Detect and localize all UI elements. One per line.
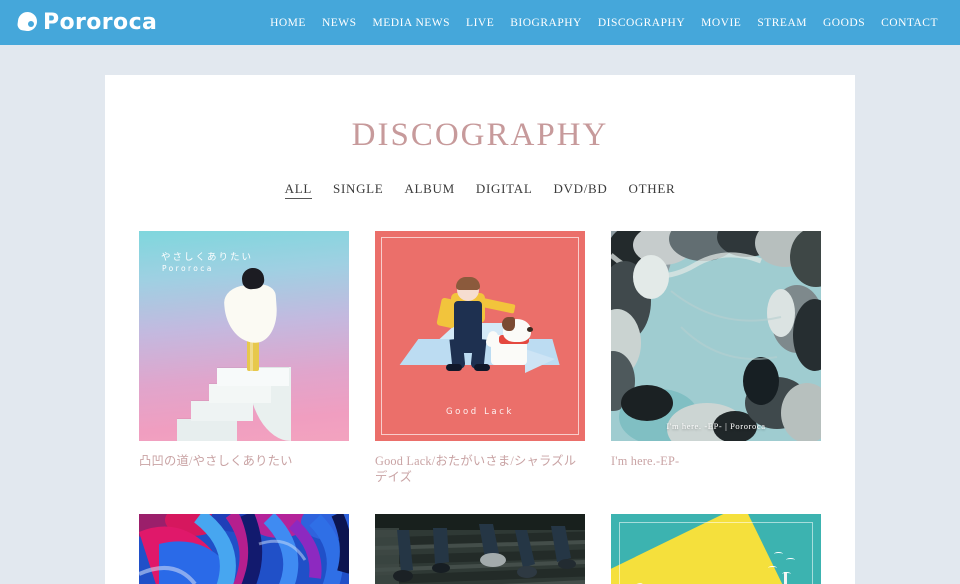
album-cover-art[interactable]: I'm here. -EP- | Pororoca — [611, 231, 821, 441]
abstract-paint-svg — [611, 231, 821, 441]
logo-text: Pororoca — [43, 10, 158, 35]
boy-hair-shape — [456, 277, 480, 290]
stair-step-shape — [177, 419, 237, 441]
bird-icon — [782, 571, 791, 576]
nav-item-news[interactable]: NEWS — [314, 13, 365, 33]
release-card[interactable]: やさしくありたい Pororoca 凸凹の道/やさしくありたい — [139, 231, 349, 486]
paper-plane-shape — [525, 349, 555, 373]
album-cover-art[interactable] — [375, 513, 585, 584]
nav-item-discography[interactable]: DISCOGRAPHY — [590, 13, 693, 33]
filter-all[interactable]: ALL — [284, 181, 313, 199]
nav-item-live[interactable]: LIVE — [458, 13, 502, 33]
dog-ear-shape — [502, 317, 515, 331]
album-cover-art[interactable]: やさしくありたい Pororoca — [139, 231, 349, 441]
content-card: DISCOGRAPHY ALL SINGLE ALBUM DIGITAL DVD… — [105, 75, 855, 584]
abstract-paint-svg — [139, 513, 349, 584]
nav-item-movie[interactable]: MOVIE — [693, 13, 749, 33]
page-title: DISCOGRAPHY — [351, 117, 609, 153]
railway-photo-svg — [375, 513, 585, 584]
boy-shoe-shape — [474, 364, 490, 371]
stair-step-shape — [191, 401, 253, 421]
filter-digital[interactable]: DIGITAL — [476, 181, 533, 199]
nav-item-home[interactable]: HOME — [262, 13, 314, 33]
release-caption: Good Lack/おたがいさま/シャラズルデイズ — [375, 454, 577, 484]
cover-title-text: やさしくありたい — [161, 252, 254, 263]
boy-overalls-shape — [454, 301, 482, 353]
bird-icon — [786, 557, 795, 562]
nav-item-media-news[interactable]: MEDIA NEWS — [365, 13, 459, 33]
page-wrap: DISCOGRAPHY ALL SINGLE ALBUM DIGITAL DVD… — [0, 45, 960, 584]
site-header: Pororoca HOME NEWS MEDIA NEWS LIVE BIOGR… — [0, 0, 960, 45]
stair-step-shape — [209, 384, 271, 403]
release-caption: 凸凹の道/やさしくありたい — [139, 454, 293, 468]
album-cover-art[interactable] — [139, 513, 349, 584]
album-cover-art[interactable]: Good Lack — [375, 231, 585, 441]
album-cover-art[interactable] — [611, 513, 821, 584]
speech-droplet-icon — [16, 10, 39, 34]
release-card[interactable] — [375, 513, 585, 584]
discography-grid: やさしくありたい Pororoca 凸凹の道/やさしくありたい Good Lac… — [139, 231, 821, 584]
main-nav: HOME NEWS MEDIA NEWS LIVE BIOGRAPHY DISC… — [262, 13, 946, 33]
nav-item-goods[interactable]: GOODS — [815, 13, 873, 33]
release-card[interactable] — [139, 513, 349, 584]
filter-single[interactable]: SINGLE — [333, 181, 383, 199]
filter-album[interactable]: ALBUM — [404, 181, 454, 199]
site-logo[interactable]: Pororoca — [16, 10, 158, 35]
dog-nose-shape — [527, 327, 533, 332]
release-card[interactable] — [611, 513, 821, 584]
cover-subtitle-text: Pororoca — [162, 264, 214, 273]
release-caption: I'm here.-EP- — [611, 454, 680, 468]
bird-icon — [774, 551, 783, 556]
nav-item-contact[interactable]: CONTACT — [873, 13, 946, 33]
nav-item-biography[interactable]: BIOGRAPHY — [502, 13, 590, 33]
boy-shoe-shape — [446, 364, 462, 371]
release-card[interactable]: I'm here. -EP- | Pororoca I'm here.-EP- — [611, 231, 821, 486]
category-filter-bar: ALL SINGLE ALBUM DIGITAL DVD/BD OTHER — [139, 181, 821, 199]
cover-title-text: I'm here. -EP- | Pororoca — [666, 421, 766, 431]
filter-dvd-bd[interactable]: DVD/BD — [553, 181, 607, 199]
filter-other[interactable]: OTHER — [629, 181, 676, 199]
cover-title-text: Good Lack — [445, 407, 515, 417]
bird-icon — [768, 565, 777, 570]
nav-item-stream[interactable]: STREAM — [749, 13, 815, 33]
release-card[interactable]: Good Lack Good Lack/おたがいさま/シャラズルデイズ — [375, 231, 585, 486]
